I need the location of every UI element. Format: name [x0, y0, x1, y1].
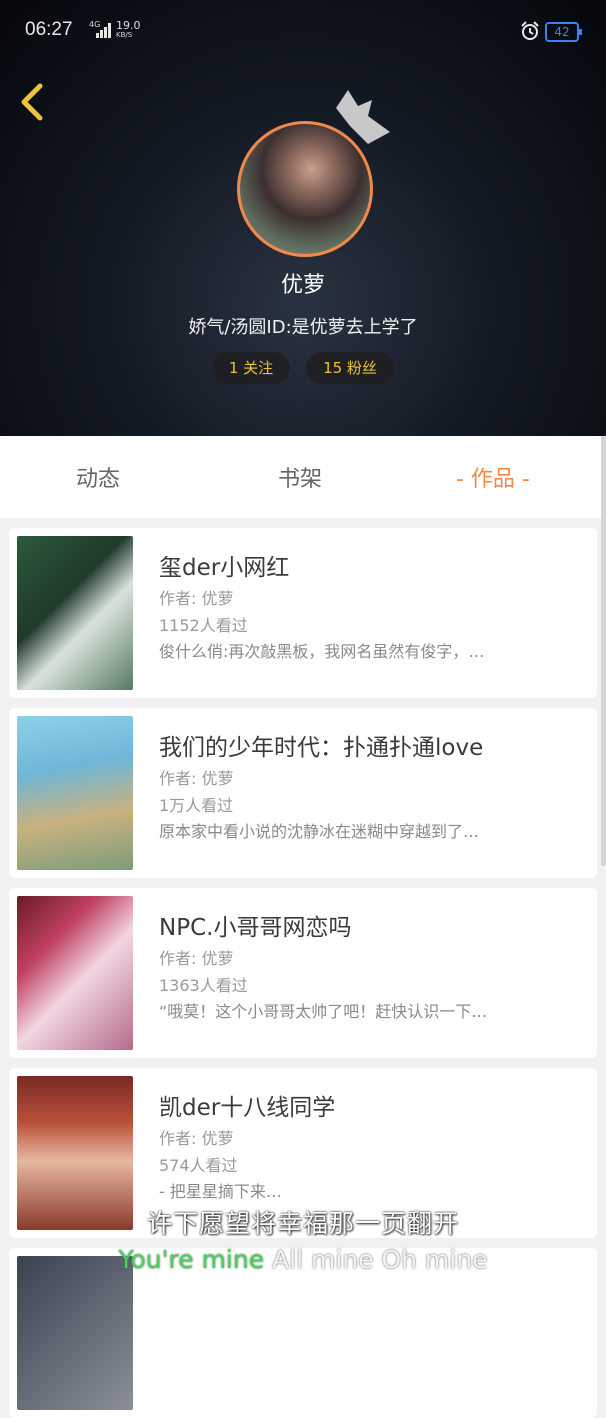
alarm-icon: [521, 21, 539, 40]
status-time: 06:27: [25, 19, 73, 40]
work-views: 1363人看过: [159, 976, 248, 995]
work-card[interactable]: NPC.小哥哥网恋吗 作者: 优萝 1363人看过 “哦莫！这个小哥哥太帅了吧！…: [9, 888, 597, 1058]
work-author: 作者: 优萝: [159, 769, 234, 788]
profile-bio: 娇气/汤圆ID:是优萝去上学了: [188, 317, 418, 338]
work-author: 作者: 优萝: [159, 589, 234, 608]
work-card[interactable]: 玺der小网红 作者: 优萝 1152人看过 俊什么俏:再次敲黑板，我网名虽然有…: [9, 528, 597, 698]
back-arrow-icon[interactable]: [14, 80, 54, 124]
subtitle-line-2: You're mine All mine Oh mine: [0, 1245, 606, 1274]
fans-count[interactable]: 15 粉丝: [306, 352, 394, 384]
tab-bookshelf[interactable]: 书架: [278, 461, 322, 493]
speed-value: 19.0: [116, 19, 141, 32]
scrollbar[interactable]: [601, 436, 606, 866]
profile-header: 06:27 4G 19.0 KB/S 42 优萝 娇气/汤圆ID:是优萝去上学了…: [0, 0, 606, 436]
battery-indicator: 42: [545, 22, 582, 42]
work-description: 俊什么俏:再次敲黑板，我网名虽然有俊字，…: [159, 642, 485, 661]
work-title: 凯der十八线同学: [159, 1095, 336, 1121]
work-title: 我们的少年时代：扑通扑通love: [159, 735, 484, 761]
work-title: NPC.小哥哥网恋吗: [159, 915, 352, 941]
work-views: 574人看过: [159, 1156, 238, 1175]
work-views: 1万人看过: [159, 796, 234, 815]
work-cover-image: [17, 536, 133, 690]
tab-works[interactable]: - 作品 -: [456, 461, 530, 493]
subtitle-green-text: You're mine: [118, 1245, 265, 1274]
work-cover-image: [17, 716, 133, 870]
work-cover-image: [17, 1256, 133, 1410]
profile-name: 优萝: [280, 273, 325, 298]
work-cover-image: [17, 896, 133, 1050]
avatar[interactable]: [237, 121, 373, 257]
subtitle-white-text: All mine Oh mine: [264, 1245, 488, 1274]
work-description: - 把星星摘下来…: [159, 1182, 282, 1201]
work-views: 1152人看过: [159, 616, 248, 635]
network-speed: 19.0 KB/S: [116, 20, 141, 39]
following-count[interactable]: 1 关注: [212, 352, 290, 384]
speed-unit: KB/S: [116, 31, 133, 39]
work-card[interactable]: 我们的少年时代：扑通扑通love 作者: 优萝 1万人看过 原本家中看小说的沈静…: [9, 708, 597, 878]
work-title: 玺der小网红: [159, 555, 290, 581]
status-bar: 06:27 4G 19.0 KB/S 42: [0, 0, 606, 46]
work-author: 作者: 优萝: [159, 949, 234, 968]
work-author: 作者: 优萝: [159, 1129, 234, 1148]
work-description: “哦莫！这个小哥哥太帅了吧！赶快认识一下…: [159, 1002, 488, 1021]
profile-tabs: 动态 书架 - 作品 -: [0, 436, 606, 518]
tab-dynamics[interactable]: 动态: [76, 461, 120, 493]
work-description: 原本家中看小说的沈静冰在迷糊中穿越到了…: [159, 822, 480, 841]
subtitle-line-1: 许下愿望将幸福那一页翻开: [146, 1209, 459, 1238]
signal-icon: [96, 23, 111, 38]
